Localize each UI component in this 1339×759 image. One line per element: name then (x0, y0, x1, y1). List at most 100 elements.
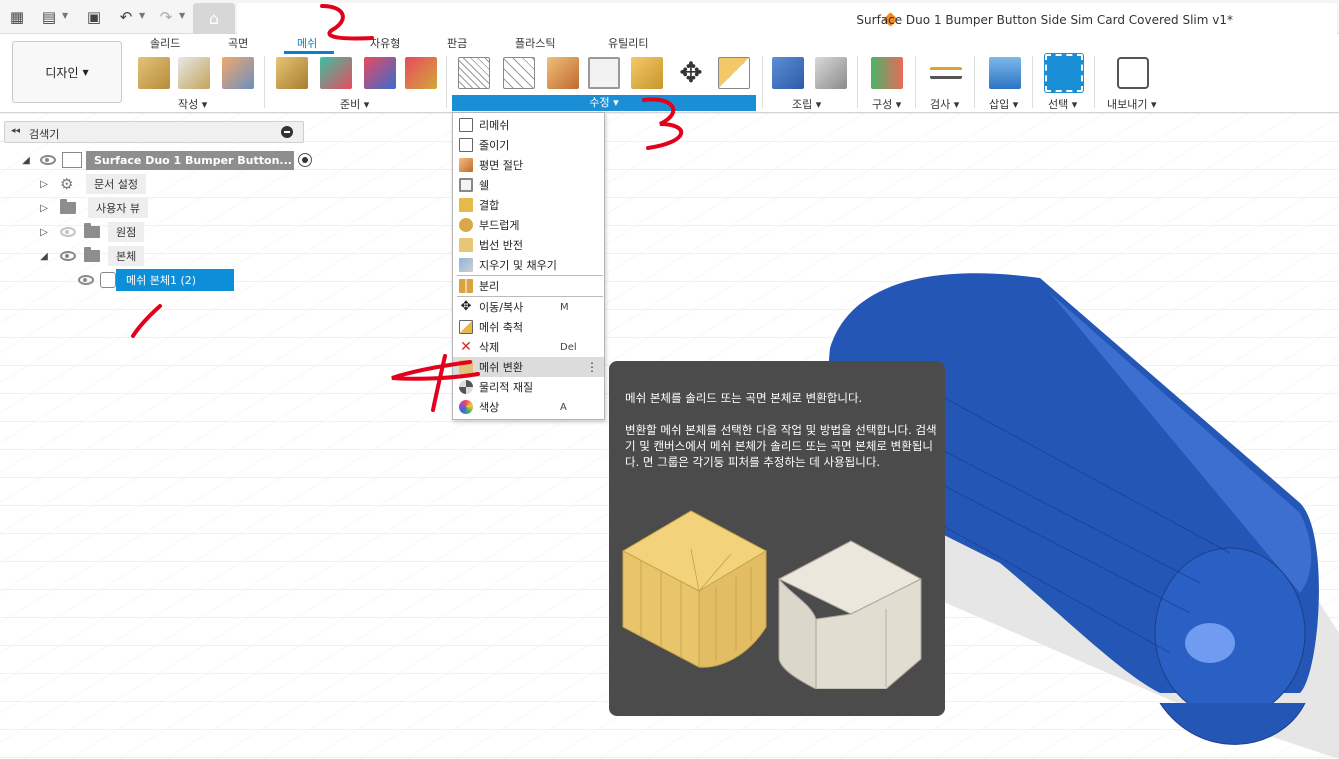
expand-triangle-icon[interactable]: ▷ (38, 178, 50, 190)
menu-item-reverse-normal[interactable]: 법선 반전 (453, 235, 604, 255)
save-icon[interactable]: ▣ (83, 6, 105, 28)
tab-form[interactable]: 자유형 (370, 35, 400, 51)
visibility-eye-icon[interactable] (40, 155, 56, 165)
menu-item-remesh[interactable]: 리메쉬 (453, 115, 604, 135)
tree-item-label: 원점 (108, 222, 145, 242)
tab-sheet-metal[interactable]: 판금 (447, 35, 467, 51)
visibility-eye-icon[interactable] (78, 275, 94, 285)
tree-item-mesh-body[interactable]: 메쉬 본체1 (2) (78, 269, 234, 291)
browser-header[interactable]: ◂◂ 검색기 (4, 121, 304, 143)
combine-face-groups-icon[interactable] (364, 57, 396, 89)
selected-body-label: 메쉬 본체1 (2) (116, 269, 234, 291)
insert-label: 삽입 (989, 98, 1010, 111)
tab-plastic[interactable]: 플라스틱 (515, 35, 555, 51)
file-dropdown-icon[interactable]: ▼ (62, 11, 68, 20)
menu-item-move-copy[interactable]: ✥ 이동/복사 M (453, 297, 604, 317)
combine-icon[interactable] (631, 57, 663, 89)
insert-image-icon[interactable] (989, 57, 1021, 89)
modify-dropdown-menu: 리메쉬 줄이기 평면 절단 쉘 결합 부드럽게 법선 반전 지우기 및 채우기 … (452, 112, 605, 420)
tab-solid[interactable]: 솔리드 (150, 35, 180, 51)
construct-menu[interactable]: 구성 ▾ (872, 96, 901, 112)
undo-icon[interactable]: ↶ (115, 6, 137, 28)
more-options-icon[interactable]: ⋮ (586, 360, 598, 374)
menu-item-reduce[interactable]: 줄이기 (453, 135, 604, 155)
new-component-icon[interactable] (772, 57, 804, 89)
assemble-label: 조립 (792, 98, 813, 111)
menu-item-appearance[interactable]: 색상 A (453, 397, 604, 417)
create-face-group-icon[interactable] (222, 57, 254, 89)
menu-item-shell[interactable]: 쉘 (453, 175, 604, 195)
menu-item-label: 삭제 (479, 341, 500, 354)
redo-dropdown-icon[interactable]: ▼ (179, 11, 185, 20)
tab-utilities[interactable]: 유틸리티 (608, 35, 648, 51)
visibility-eye-icon[interactable] (60, 251, 76, 261)
reduce-icon[interactable] (503, 57, 535, 89)
menu-item-combine[interactable]: 결합 (453, 195, 604, 215)
minimize-browser-icon[interactable] (281, 126, 293, 138)
collapse-triangle-icon[interactable]: ◢ (38, 250, 50, 262)
insert-mesh-icon[interactable] (138, 57, 170, 89)
expand-triangle-icon[interactable]: ◢ (20, 154, 32, 166)
document-tab[interactable]: Surface Duo 1 Bumper Button Side Sim Car… (237, 3, 1337, 34)
tree-item-label: 문서 설정 (86, 174, 146, 194)
assemble-menu[interactable]: 조립 ▾ (792, 96, 821, 112)
menu-item-separate[interactable]: 분리 (453, 276, 604, 296)
divider (1032, 56, 1033, 108)
collapse-browser-icon[interactable]: ◂◂ (11, 126, 20, 136)
insert-menu[interactable]: 삽입 ▾ (989, 96, 1018, 112)
export-menu[interactable]: 내보내기 ▾ (1107, 96, 1157, 112)
tree-item-document-settings[interactable]: ▷ ⚙ 문서 설정 (38, 174, 146, 194)
separate-icon (459, 279, 473, 293)
select-menu[interactable]: 선택 ▾ (1048, 96, 1077, 112)
measure-icon[interactable] (930, 67, 962, 79)
modify-menu-button[interactable]: 수정 ▾ (452, 95, 756, 111)
create-menu[interactable]: 작성 ▾ (178, 96, 207, 112)
mesh-convert-icon (459, 360, 473, 374)
redo-icon[interactable]: ↷ (155, 6, 177, 28)
ribbon: 디자인 ▼ 솔리드 곡면 메쉬 자유형 판금 플라스틱 유틸리티 작성 ▾ 준비… (0, 34, 1339, 113)
menu-item-delete[interactable]: ✕ 삭제 Del (453, 337, 604, 357)
tree-item-origin[interactable]: ▷ 원점 (38, 222, 145, 242)
repair-icon[interactable] (276, 57, 308, 89)
plane-cut-icon[interactable] (547, 57, 579, 89)
menu-item-smooth[interactable]: 부드럽게 (453, 215, 604, 235)
tessellate-icon[interactable] (178, 57, 210, 89)
file-icon[interactable]: ▤ (38, 6, 60, 28)
appearance-icon (459, 400, 473, 414)
menu-item-mesh-convert[interactable]: 메쉬 변환 ⋮ (453, 357, 604, 377)
inspect-menu[interactable]: 검사 ▾ (930, 96, 959, 112)
joint-icon[interactable] (815, 57, 847, 89)
undo-dropdown-icon[interactable]: ▼ (139, 11, 145, 20)
menu-item-label: 지우기 및 채우기 (479, 259, 557, 272)
tree-root-row[interactable]: ◢ Surface Duo 1 Bumper Button... (20, 150, 312, 170)
move-copy-icon[interactable]: ✥ (675, 57, 707, 89)
prepare-menu[interactable]: 준비 ▾ (340, 96, 369, 112)
hidden-eye-icon[interactable] (60, 227, 76, 237)
workspace-switcher[interactable]: 디자인 ▼ (12, 41, 122, 103)
shell-icon[interactable] (588, 57, 620, 89)
activate-radio-icon[interactable] (298, 153, 312, 167)
menu-item-physical-material[interactable]: 물리적 재질 (453, 377, 604, 397)
modify-face-group-icon[interactable] (405, 57, 437, 89)
tab-mesh[interactable]: 메쉬 (297, 35, 317, 51)
remesh-icon[interactable] (458, 57, 490, 89)
tooltip-description: 변환할 메쉬 본체를 선택한 다음 작업 및 방법을 선택합니다. 검색기 및 … (625, 423, 937, 469)
inspect-label: 검사 (930, 98, 951, 111)
export-icon[interactable] (1117, 57, 1149, 89)
home-tab[interactable]: ⌂ (193, 3, 235, 34)
menu-item-plane-cut[interactable]: 평면 절단 (453, 155, 604, 175)
smooth-icon (459, 218, 473, 232)
menu-item-scale-mesh[interactable]: 메쉬 축척 (453, 317, 604, 337)
app-grid-icon[interactable]: ▦ (6, 6, 28, 28)
expand-triangle-icon[interactable]: ▷ (38, 226, 50, 238)
scale-mesh-icon[interactable] (718, 57, 750, 89)
menu-item-label: 물리적 재질 (479, 381, 534, 394)
tree-item-bodies[interactable]: ◢ 본체 (38, 246, 145, 266)
menu-item-erase-and-fill[interactable]: 지우기 및 채우기 (453, 255, 604, 275)
select-icon[interactable] (1044, 53, 1084, 93)
expand-triangle-icon[interactable]: ▷ (38, 202, 50, 214)
tab-surface[interactable]: 곡면 (228, 35, 248, 51)
tree-item-named-views[interactable]: ▷ 사용자 뷰 (38, 198, 148, 218)
construct-plane-icon[interactable] (871, 57, 903, 89)
generate-face-groups-icon[interactable] (320, 57, 352, 89)
